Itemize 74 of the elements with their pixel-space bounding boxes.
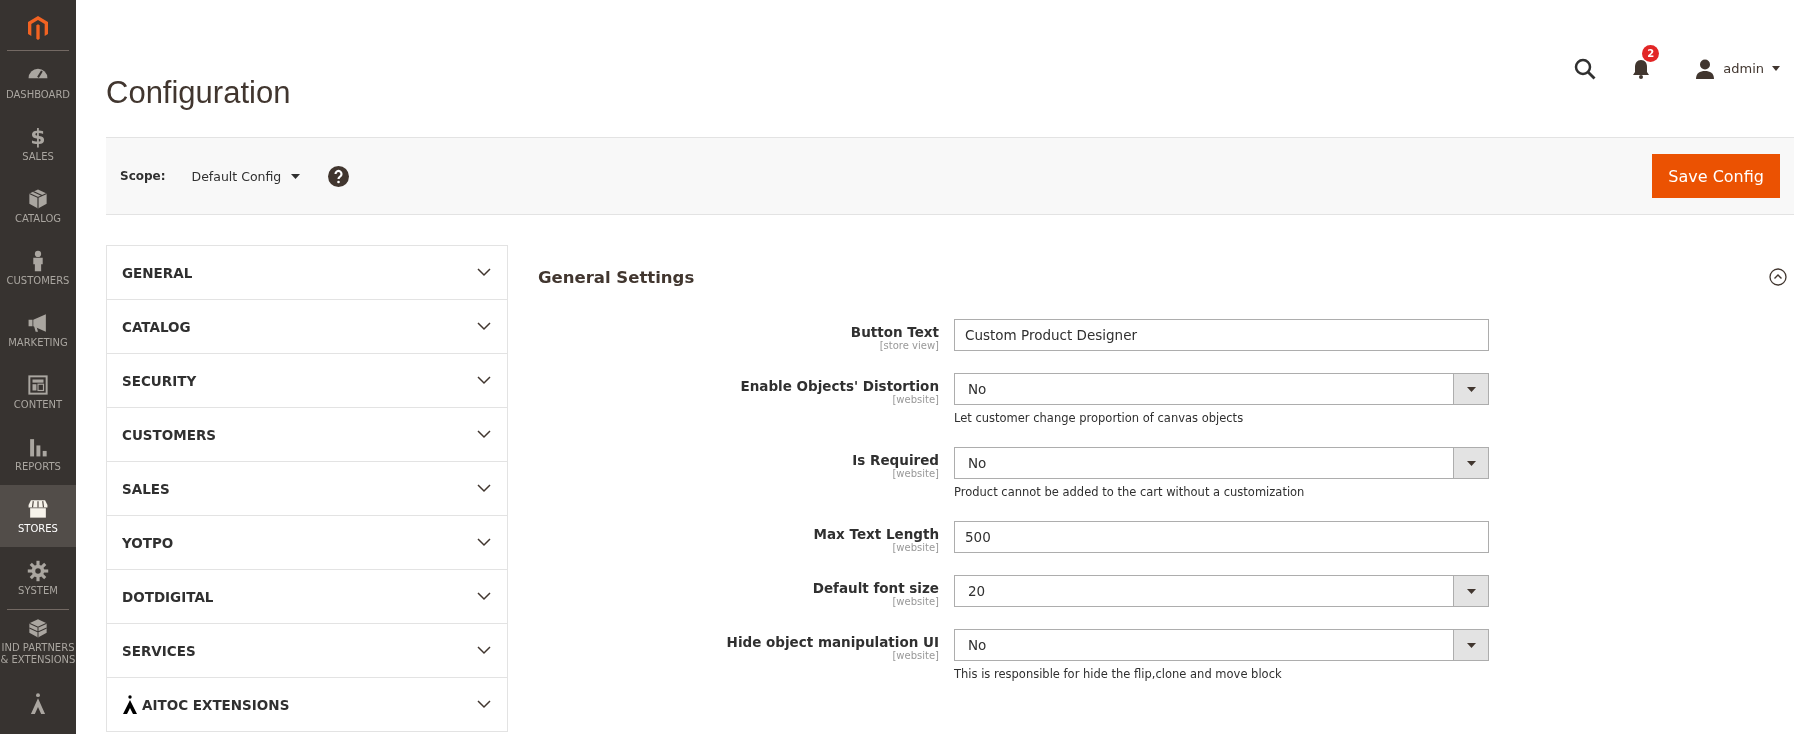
caret-icon xyxy=(1772,66,1780,71)
config-tab[interactable]: SERVICES xyxy=(107,624,507,678)
select-field[interactable]: No xyxy=(954,373,1489,405)
sidebar-item[interactable]: CONTENT xyxy=(0,361,76,423)
chevron-icon xyxy=(477,322,491,331)
brand-icon xyxy=(122,695,138,714)
user-icon xyxy=(1695,58,1716,79)
config-tab[interactable]: SALES xyxy=(107,462,507,516)
bell-icon[interactable] xyxy=(1632,58,1651,79)
sidebar-item[interactable]: REPORTS xyxy=(0,423,76,485)
chevron-icon xyxy=(477,268,491,277)
chevron-icon xyxy=(477,538,491,547)
field-note: This is responsible for hide the flip,clone and move block xyxy=(954,667,1283,681)
user-menu[interactable]: admin xyxy=(1695,58,1780,79)
field-label: Max Text Length xyxy=(813,525,939,542)
save-config-button[interactable]: Save Config xyxy=(1652,154,1780,198)
sidebar-item[interactable]: CATALOG xyxy=(0,175,76,237)
sidebar-item[interactable]: $ SALES xyxy=(0,113,76,175)
brick-icon xyxy=(27,617,49,639)
chevron-icon xyxy=(477,700,491,709)
sidebar-item[interactable]: IND PARTNERS & EXTENSIONS xyxy=(0,610,76,672)
layout-icon xyxy=(27,373,49,396)
chevron-icon xyxy=(477,430,491,439)
scope-hint: [website] xyxy=(892,394,939,405)
config-tab[interactable]: GENERAL xyxy=(107,246,507,300)
search-icon[interactable] xyxy=(1574,57,1597,80)
caret-icon xyxy=(1466,588,1476,594)
select-field[interactable]: No xyxy=(954,447,1489,479)
page-title: Configuration xyxy=(106,74,292,111)
field-note: Let customer change proportion of canvas objects xyxy=(954,411,1245,425)
chevron-icon xyxy=(477,484,491,493)
config-tab[interactable]: YOTPO xyxy=(107,516,507,570)
field-label: Hide object manipulation UI xyxy=(726,633,939,650)
help-icon[interactable] xyxy=(328,165,350,187)
notification-count: 2 xyxy=(1642,44,1660,62)
scope-hint: [website] xyxy=(892,468,939,479)
sidebar-item[interactable]: DASHBOARD xyxy=(0,51,76,113)
config-tab[interactable]: AITOC EXTENSIONS xyxy=(107,678,507,732)
scope-label: Scope: xyxy=(120,169,166,183)
chevron-icon xyxy=(477,646,491,655)
gear-icon xyxy=(27,559,49,582)
caret-icon xyxy=(1466,460,1476,466)
field-label: Enable Objects' Distortion xyxy=(740,377,939,394)
store-icon xyxy=(27,497,49,520)
select-field[interactable]: No xyxy=(954,629,1489,661)
megaphone-icon xyxy=(27,311,49,334)
text-field[interactable]: Custom Product Designer xyxy=(954,319,1489,351)
caret-icon xyxy=(291,173,301,179)
collapse-icon[interactable] xyxy=(1769,268,1787,286)
chevron-icon xyxy=(477,592,491,601)
config-tab[interactable]: DOTDIGITAL xyxy=(107,570,507,624)
config-tab[interactable]: CUSTOMERS xyxy=(107,408,507,462)
caret-icon xyxy=(1466,386,1476,392)
field-note: Product cannot be added to the cart without a customization xyxy=(954,485,1306,499)
scope-hint: [website] xyxy=(892,542,939,553)
config-tab[interactable]: CATALOG xyxy=(107,300,507,354)
sidebar-item[interactable]: SYSTEM xyxy=(0,547,76,609)
scope-hint: [website] xyxy=(892,596,939,607)
sidebar-item[interactable]: CUSTOMERS xyxy=(0,237,76,299)
caret-icon xyxy=(1466,642,1476,648)
scope-dropdown[interactable]: Default Config xyxy=(191,168,301,184)
chevron-icon xyxy=(477,376,491,385)
field-label: Button Text xyxy=(850,323,939,340)
section-title: General Settings xyxy=(538,267,696,287)
scope-hint: [website] xyxy=(892,650,939,661)
scope-hint: [store view] xyxy=(879,340,939,351)
field-label: Default font size xyxy=(812,579,939,596)
sidebar-item[interactable]: STORES xyxy=(0,485,76,547)
config-tab[interactable]: SECURITY xyxy=(107,354,507,408)
box-icon xyxy=(27,187,49,210)
text-field[interactable]: 500 xyxy=(954,521,1489,553)
select-field[interactable]: 20 xyxy=(954,575,1489,607)
field-label: Is Required xyxy=(852,451,939,468)
sidebar-item[interactable]: MARKETING xyxy=(0,299,76,361)
